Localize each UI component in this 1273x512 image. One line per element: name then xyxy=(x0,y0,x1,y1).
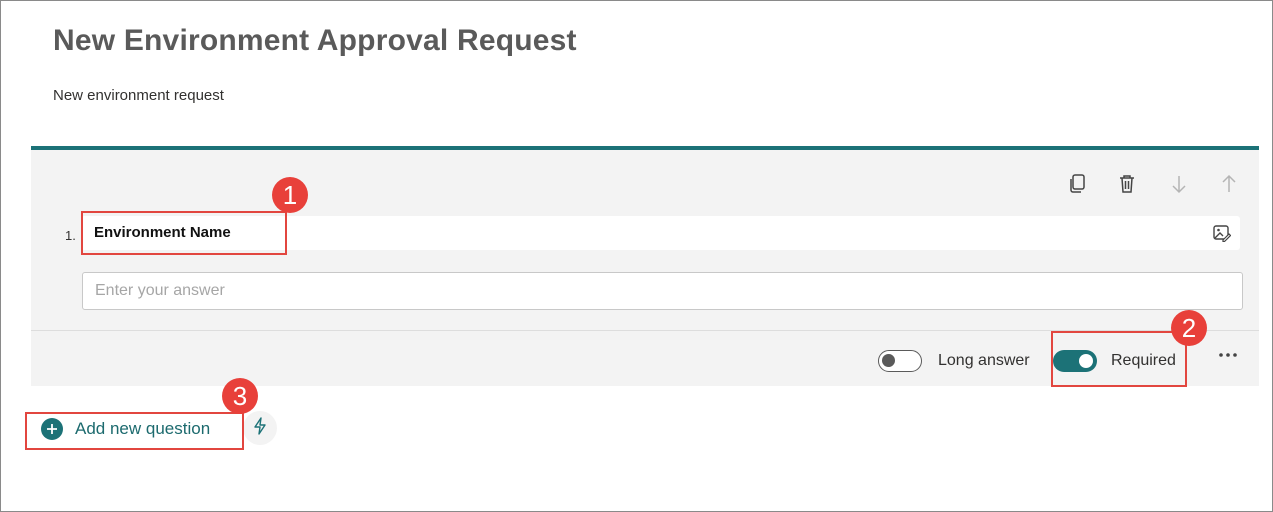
lightning-icon xyxy=(253,416,267,440)
form-title[interactable]: New Environment Approval Request xyxy=(53,24,577,58)
callout-badge-2: 2 xyxy=(1171,310,1207,346)
callout-box-2 xyxy=(1051,331,1187,387)
more-options-icon[interactable] xyxy=(1216,345,1240,365)
delete-icon[interactable] xyxy=(1115,172,1139,196)
callout-box-3 xyxy=(25,412,244,450)
long-answer-toggle[interactable] xyxy=(878,350,922,372)
insert-image-icon[interactable] xyxy=(1212,223,1232,243)
form-subtitle[interactable]: New environment request xyxy=(53,87,224,104)
quick-suggestion-button[interactable] xyxy=(243,411,277,445)
question-toolbar xyxy=(1039,172,1259,196)
callout-badge-1: 1 xyxy=(272,177,308,213)
move-up-icon[interactable] xyxy=(1217,172,1241,196)
move-down-icon[interactable] xyxy=(1167,172,1191,196)
copy-icon[interactable] xyxy=(1065,172,1089,196)
long-answer-label[interactable]: Long answer xyxy=(938,352,1030,370)
callout-badge-3: 3 xyxy=(222,378,258,414)
callout-box-1 xyxy=(81,211,287,255)
question-number: 1. xyxy=(65,228,76,243)
answer-input[interactable] xyxy=(82,272,1243,310)
toggle-knob xyxy=(882,354,895,367)
